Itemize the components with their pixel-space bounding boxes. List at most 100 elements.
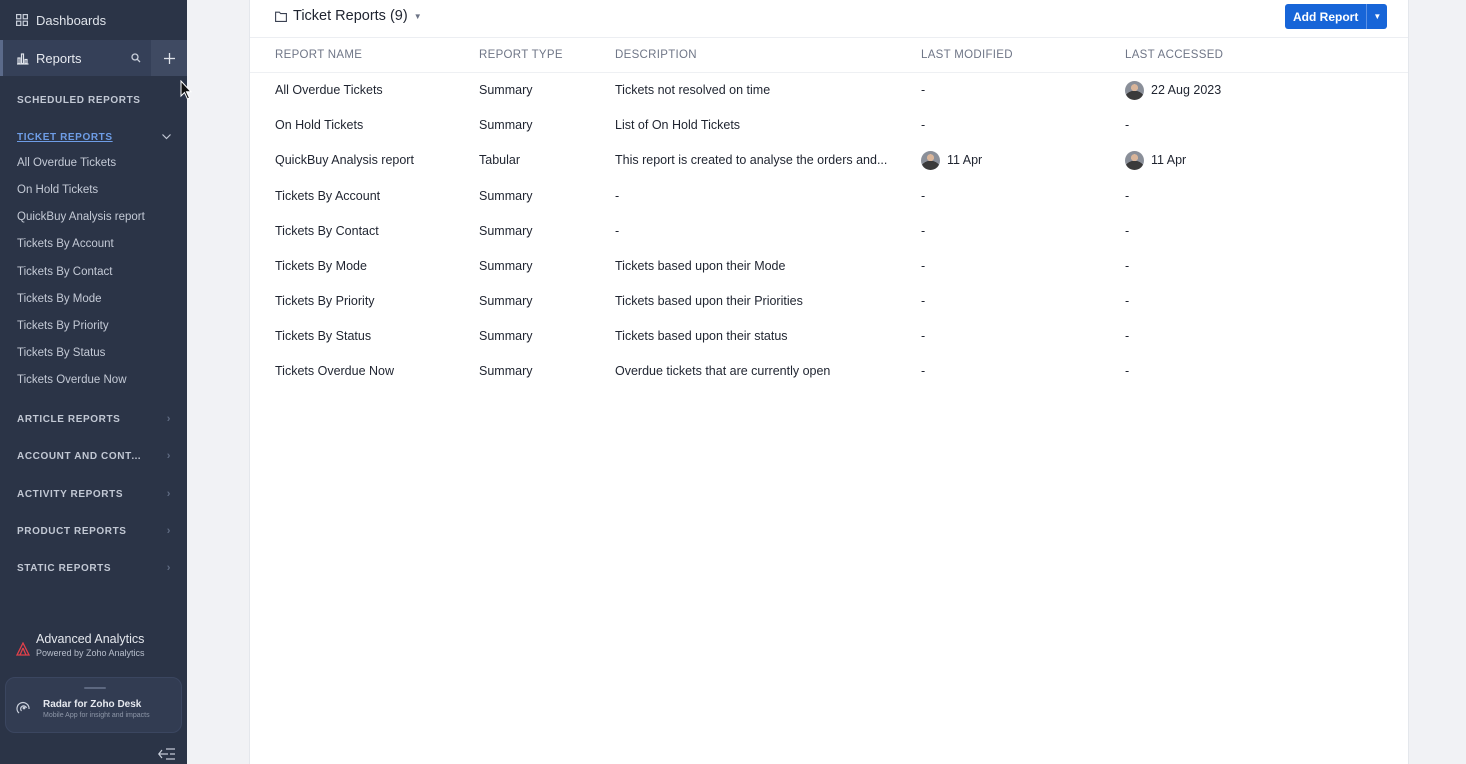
last-accessed: - bbox=[1125, 259, 1130, 273]
sidebar-item-tickets-by-status[interactable]: Tickets By Status bbox=[17, 347, 105, 359]
last-modified: - bbox=[921, 364, 926, 378]
report-name[interactable]: All Overdue Tickets bbox=[275, 83, 383, 97]
analytics-title: Advanced Analytics bbox=[36, 632, 145, 646]
section-activity-reports[interactable]: ACTIVITY REPORTS › bbox=[0, 484, 187, 504]
report-name[interactable]: Tickets By Mode bbox=[275, 259, 367, 273]
report-type: Summary bbox=[479, 329, 533, 343]
report-description: Tickets not resolved on time bbox=[615, 83, 771, 97]
last-accessed: 11 Apr bbox=[1125, 150, 1186, 170]
report-type: Tabular bbox=[479, 153, 520, 167]
column-report-type[interactable]: REPORT TYPE bbox=[479, 49, 563, 61]
column-last-accessed[interactable]: LAST ACCESSED bbox=[1125, 49, 1223, 61]
sidebar-item-quickbuy-analysis-report[interactable]: QuickBuy Analysis report bbox=[17, 211, 145, 223]
report-type: Summary bbox=[479, 118, 533, 132]
folder-selector[interactable]: Ticket Reports (9) ▼ bbox=[275, 8, 422, 24]
last-modified: - bbox=[921, 189, 926, 203]
report-description: Tickets based upon their Priorities bbox=[615, 294, 803, 308]
column-description[interactable]: DESCRIPTION bbox=[615, 49, 697, 61]
report-description: Tickets based upon their status bbox=[615, 329, 788, 343]
report-name[interactable]: Tickets Overdue Now bbox=[275, 364, 394, 378]
grid-icon bbox=[16, 14, 28, 26]
report-type: Summary bbox=[479, 224, 533, 238]
last-accessed: - bbox=[1125, 294, 1130, 308]
add-report-button-group: Add Report ▼ bbox=[1285, 4, 1388, 29]
add-report-button[interactable]: Add Report bbox=[1285, 4, 1366, 29]
section-scheduled-reports[interactable]: SCHEDULED REPORTS bbox=[0, 90, 187, 110]
table-row[interactable]: Tickets Overdue Now Summary Overdue tick… bbox=[250, 354, 1408, 389]
section-product-reports[interactable]: PRODUCT REPORTS › bbox=[0, 521, 187, 541]
report-name[interactable]: Tickets By Status bbox=[275, 329, 371, 343]
section-article-reports[interactable]: ARTICLE REPORTS › bbox=[0, 409, 187, 429]
sidebar-item-tickets-by-priority[interactable]: Tickets By Priority bbox=[17, 320, 109, 332]
report-description: - bbox=[615, 224, 620, 238]
table-row[interactable]: QuickBuy Analysis report Tabular This re… bbox=[250, 143, 1408, 178]
last-accessed: - bbox=[1125, 224, 1130, 238]
report-name[interactable]: Tickets By Account bbox=[275, 189, 380, 203]
report-type: Summary bbox=[479, 364, 533, 378]
last-accessed: - bbox=[1125, 189, 1130, 203]
last-modified: - bbox=[921, 83, 926, 97]
active-indicator bbox=[0, 40, 3, 76]
last-accessed: - bbox=[1125, 118, 1130, 132]
radar-subtitle: Mobile App for insight and impacts bbox=[43, 712, 150, 719]
page-title: Ticket Reports (9) bbox=[293, 8, 408, 24]
search-icon[interactable] bbox=[121, 40, 151, 76]
chevron-right-icon: › bbox=[166, 450, 171, 462]
report-description: This report is created to analyse the or… bbox=[615, 153, 888, 167]
sidebar-item-tickets-by-contact[interactable]: Tickets By Contact bbox=[17, 266, 112, 278]
collapse-sidebar-icon[interactable] bbox=[158, 747, 176, 760]
last-accessed: - bbox=[1125, 329, 1130, 343]
section-account-and-contact-reports[interactable]: ACCOUNT AND CONTA... › bbox=[0, 446, 187, 466]
last-modified: - bbox=[921, 294, 926, 308]
sidebar-item-tickets-by-mode[interactable]: Tickets By Mode bbox=[17, 293, 102, 305]
table-row[interactable]: All Overdue Tickets Summary Tickets not … bbox=[250, 73, 1408, 108]
radar-promo-card[interactable]: Radar for Zoho Desk Mobile App for insig… bbox=[5, 677, 182, 733]
column-report-name[interactable]: REPORT NAME bbox=[275, 49, 362, 61]
report-name[interactable]: On Hold Tickets bbox=[275, 118, 363, 132]
folder-icon bbox=[275, 11, 287, 22]
chevron-right-icon: › bbox=[166, 413, 171, 425]
table-row[interactable]: Tickets By Priority Summary Tickets base… bbox=[250, 284, 1408, 319]
report-name[interactable]: Tickets By Contact bbox=[275, 224, 379, 238]
nav-dashboards[interactable]: Dashboards bbox=[0, 0, 187, 40]
sidebar-item-all-overdue-tickets[interactable]: All Overdue Tickets bbox=[17, 157, 116, 169]
bar-chart-icon bbox=[16, 52, 29, 65]
sidebar-item-tickets-by-account[interactable]: Tickets By Account bbox=[17, 238, 114, 250]
advanced-analytics-link[interactable]: Advanced Analytics Powered by Zoho Analy… bbox=[15, 632, 145, 658]
report-type: Summary bbox=[479, 189, 533, 203]
add-report-dropdown-icon[interactable]: ▼ bbox=[1366, 4, 1387, 29]
last-accessed: 22 Aug 2023 bbox=[1125, 80, 1221, 100]
section-static-reports[interactable]: STATIC REPORTS › bbox=[0, 558, 187, 578]
sidebar-item-tickets-overdue-now[interactable]: Tickets Overdue Now bbox=[17, 374, 127, 386]
avatar bbox=[1125, 150, 1144, 170]
mouse-cursor-icon bbox=[180, 79, 193, 100]
last-modified: - bbox=[921, 118, 926, 132]
report-name[interactable]: QuickBuy Analysis report bbox=[275, 153, 414, 167]
report-name[interactable]: Tickets By Priority bbox=[275, 294, 375, 308]
add-icon[interactable] bbox=[151, 40, 187, 76]
table-header: REPORT NAME REPORT TYPE DESCRIPTION LAST… bbox=[250, 38, 1408, 73]
column-last-modified[interactable]: LAST MODIFIED bbox=[921, 49, 1013, 61]
table-row[interactable]: Tickets By Account Summary - - - bbox=[250, 179, 1408, 214]
nav-dashboards-label: Dashboards bbox=[36, 12, 107, 28]
report-type: Summary bbox=[479, 294, 533, 308]
caret-down-icon: ▼ bbox=[413, 11, 422, 21]
panel-header: Ticket Reports (9) ▼ Add Report ▼ bbox=[250, 0, 1408, 38]
report-description: - bbox=[615, 189, 620, 203]
last-modified: - bbox=[921, 259, 926, 273]
nav-reports-label: Reports bbox=[36, 50, 82, 66]
section-ticket-reports[interactable]: TICKET REPORTS bbox=[0, 127, 187, 147]
analytics-icon bbox=[15, 641, 31, 656]
table-row[interactable]: Tickets By Contact Summary - - - bbox=[250, 214, 1408, 249]
reports-panel: Ticket Reports (9) ▼ Add Report ▼ REPORT… bbox=[249, 0, 1409, 764]
drag-handle[interactable] bbox=[84, 687, 106, 689]
nav-reports[interactable]: Reports bbox=[0, 40, 187, 76]
table-row[interactable]: Tickets By Status Summary Tickets based … bbox=[250, 319, 1408, 354]
chevron-right-icon: › bbox=[166, 488, 171, 500]
report-type: Summary bbox=[479, 83, 533, 97]
last-modified: - bbox=[921, 329, 926, 343]
table-row[interactable]: Tickets By Mode Summary Tickets based up… bbox=[250, 249, 1408, 284]
sidebar-item-on-hold-tickets[interactable]: On Hold Tickets bbox=[17, 184, 98, 196]
table-row[interactable]: On Hold Tickets Summary List of On Hold … bbox=[250, 108, 1408, 143]
avatar bbox=[1125, 80, 1144, 100]
